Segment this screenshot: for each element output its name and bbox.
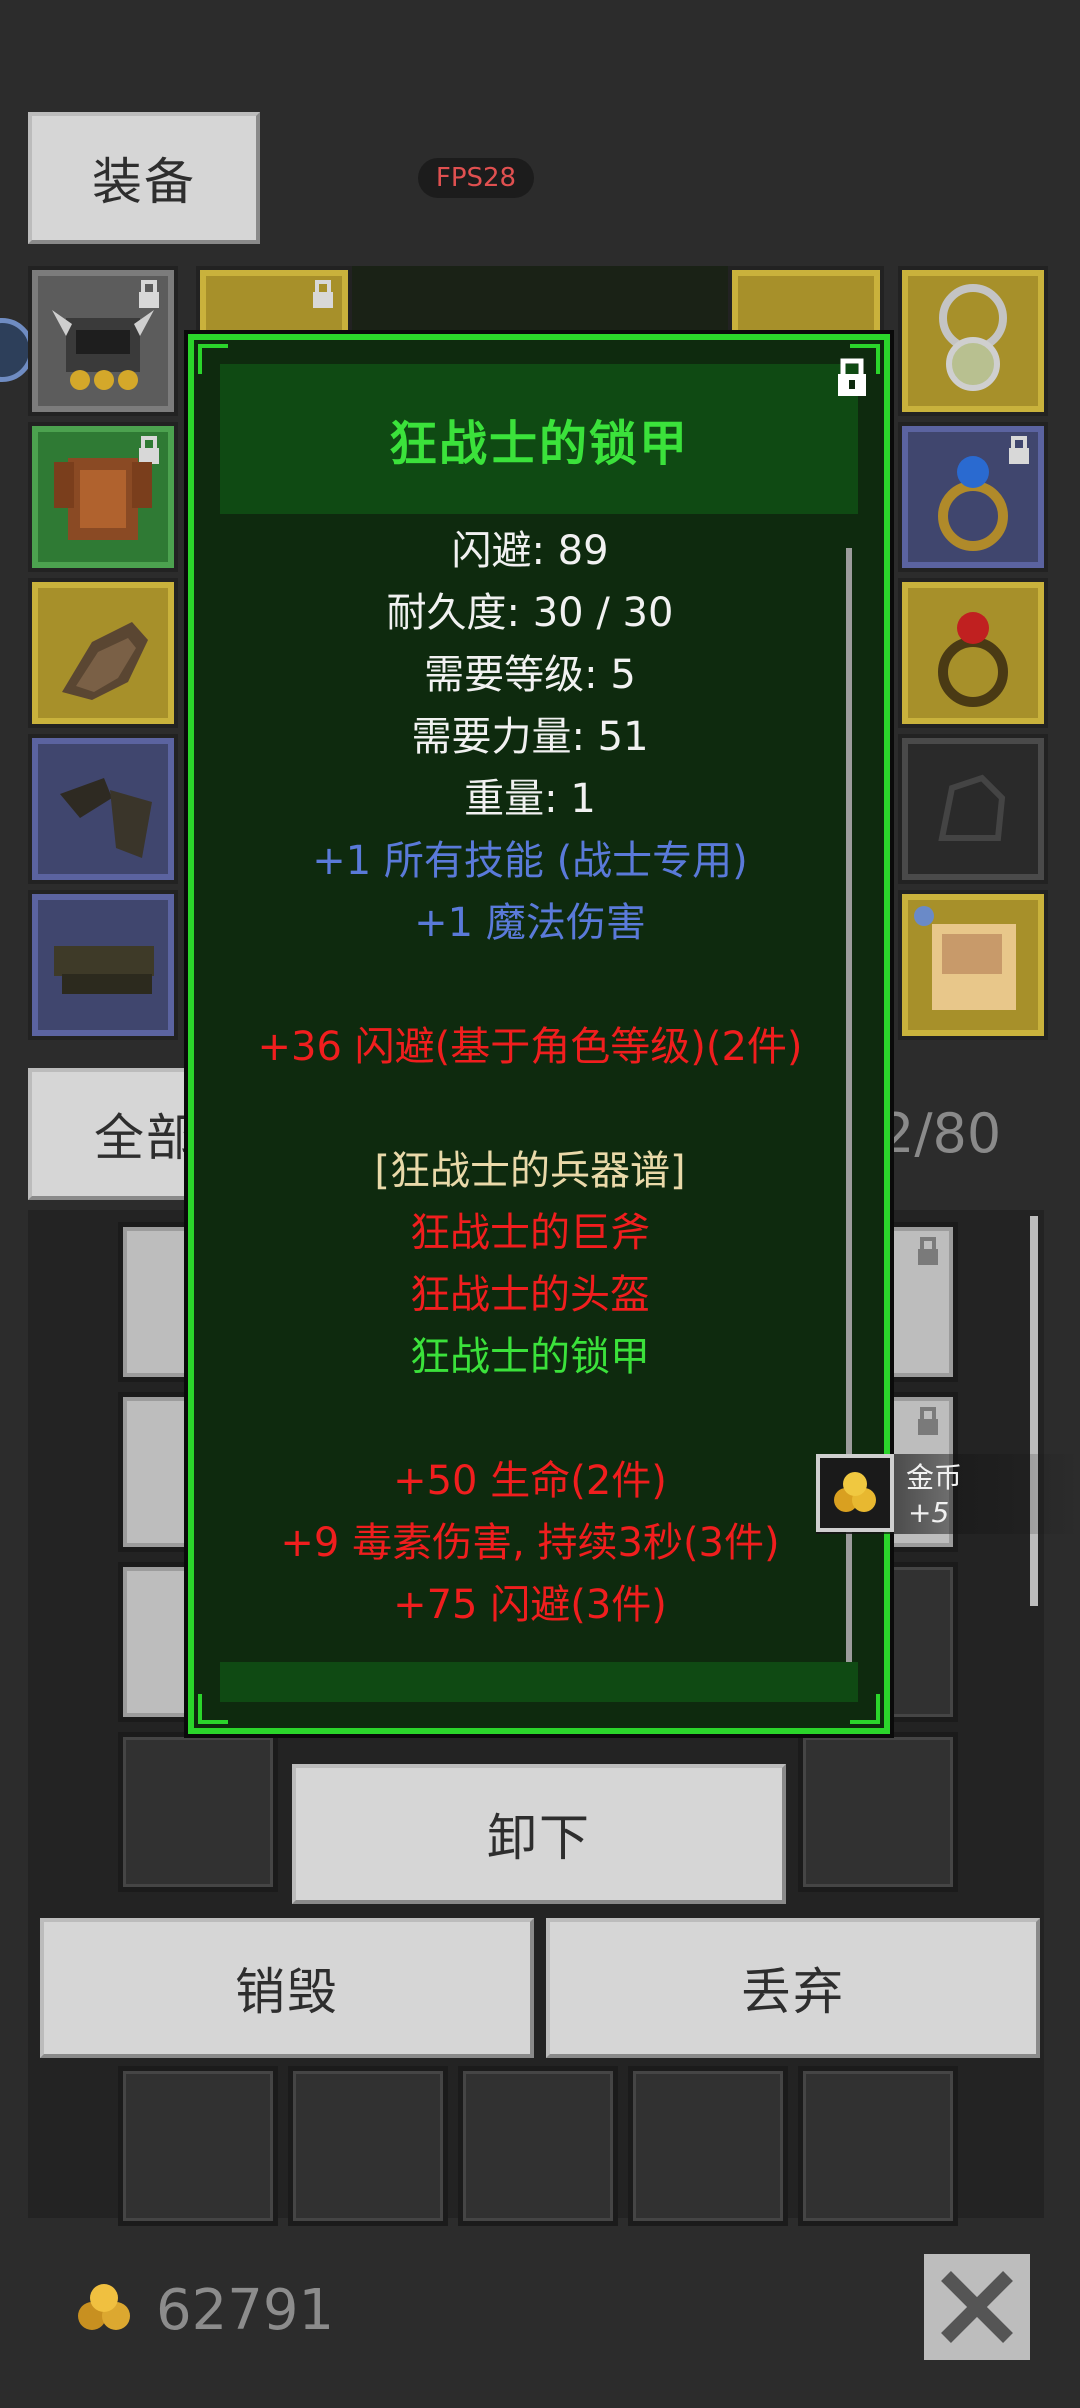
gold-coin-icon: [816, 1454, 894, 1532]
unequip-label: 卸下: [487, 1809, 591, 1867]
ring-slot-2[interactable]: [898, 578, 1048, 728]
inventory-capacity: 2/80: [880, 1102, 1020, 1172]
fps-text: FPS28: [435, 163, 517, 193]
capacity-text: 2/80: [880, 1102, 1002, 1165]
lock-icon: [918, 1237, 938, 1265]
stat-line: [狂战士的兵器谱]: [374, 1148, 686, 1194]
stat-line: 需要力量: 51: [411, 714, 649, 760]
pickup-name: 金币: [906, 1461, 963, 1494]
inventory-cell[interactable]: [118, 2066, 278, 2226]
stat-line: 狂战士的巨斧: [410, 1210, 650, 1256]
pickup-toast: 金币 +5: [816, 1454, 1080, 1534]
equipment-tab[interactable]: 装备: [28, 112, 260, 244]
inventory-cell[interactable]: [118, 1732, 278, 1892]
sapphire-ring-icon: [938, 456, 1008, 551]
gold-coins-icon: [78, 2284, 130, 2330]
scroll-icon: [914, 906, 1016, 1010]
item-tooltip: 狂战士的锁甲 闪避: 89 耐久度: 30 / 30 需要等级: 5 需要力量: 51…: [188, 334, 890, 1734]
discard-button[interactable]: 丢弃: [546, 1918, 1040, 2058]
gloves-icon: [62, 622, 148, 700]
stat-line: +36 闪避(基于角色等级)(2件): [257, 1024, 803, 1070]
gold-amount: 62791: [156, 2278, 335, 2343]
filter-all-label: 全部: [94, 1109, 198, 1167]
boots-icon: [60, 778, 152, 858]
stat-line: +9 毒素伤害, 持续3秒(3件): [280, 1520, 780, 1566]
stat-line: 重量: 1: [464, 776, 596, 822]
chain-mail-icon: [54, 458, 152, 540]
lock-icon: [918, 1407, 938, 1435]
inventory-scrollbar[interactable]: [1030, 1216, 1038, 1606]
tooltip-footer-bar: [220, 1662, 858, 1702]
stat-line: 需要等级: 5: [424, 652, 636, 698]
armor-slot[interactable]: [28, 422, 178, 572]
ruby-ring-icon: [938, 612, 1008, 707]
stat-line: +75 闪避(3件): [393, 1582, 667, 1628]
pickup-amount: +5: [908, 1496, 950, 1529]
inventory-cell[interactable]: [458, 2066, 618, 2226]
boots-slot[interactable]: [28, 734, 178, 884]
item-name-text: 狂战士的锁甲: [388, 416, 689, 472]
inventory-cell[interactable]: [798, 1732, 958, 1892]
amulet-icon: [939, 284, 1007, 391]
close-button[interactable]: [924, 2254, 1030, 2360]
stat-line: 狂战士的头盔: [410, 1272, 650, 1318]
stat-line: +1 所有技能 (战士专用): [312, 838, 748, 884]
mount-slot[interactable]: [898, 734, 1048, 884]
destroy-label: 销毁: [235, 1963, 339, 2021]
lock-icon: [313, 280, 333, 308]
horse-icon: [938, 774, 1006, 841]
gloves-slot[interactable]: [28, 578, 178, 728]
lock-icon[interactable]: [834, 358, 870, 398]
item-name: 狂战士的锁甲: [220, 364, 858, 514]
stat-line: +50 生命(2件): [393, 1458, 667, 1504]
stat-line: +1 魔法伤害: [414, 900, 646, 946]
helmet-slot[interactable]: [28, 266, 178, 416]
item-stats: 闪避: 89 耐久度: 30 / 30 需要等级: 5 需要力量: 51 重量: 1 +1…: [220, 520, 840, 1680]
unequip-button[interactable]: 卸下: [292, 1764, 786, 1904]
belt-slot[interactable]: [28, 890, 178, 1040]
inventory-cell[interactable]: [628, 2066, 788, 2226]
inventory-cell[interactable]: [798, 2066, 958, 2226]
stat-line: 闪避: 89: [451, 528, 609, 574]
belt-icon: [54, 946, 154, 994]
inventory-cell[interactable]: [288, 2066, 448, 2226]
discard-label: 丢弃: [741, 1963, 845, 2021]
equipment-tab-label: 装备: [92, 153, 196, 211]
fps-badge: FPS28: [418, 158, 534, 198]
close-icon: [941, 2271, 1013, 2343]
horned-helmet-icon: [52, 310, 154, 390]
amulet-slot[interactable]: [898, 266, 1048, 416]
stat-line: 耐久度: 30 / 30: [386, 590, 674, 636]
stat-line: 狂战士的锁甲: [410, 1334, 650, 1380]
destroy-button[interactable]: 销毁: [40, 1918, 534, 2058]
ring-slot-1[interactable]: [898, 422, 1048, 572]
scroll-slot[interactable]: [898, 890, 1048, 1040]
